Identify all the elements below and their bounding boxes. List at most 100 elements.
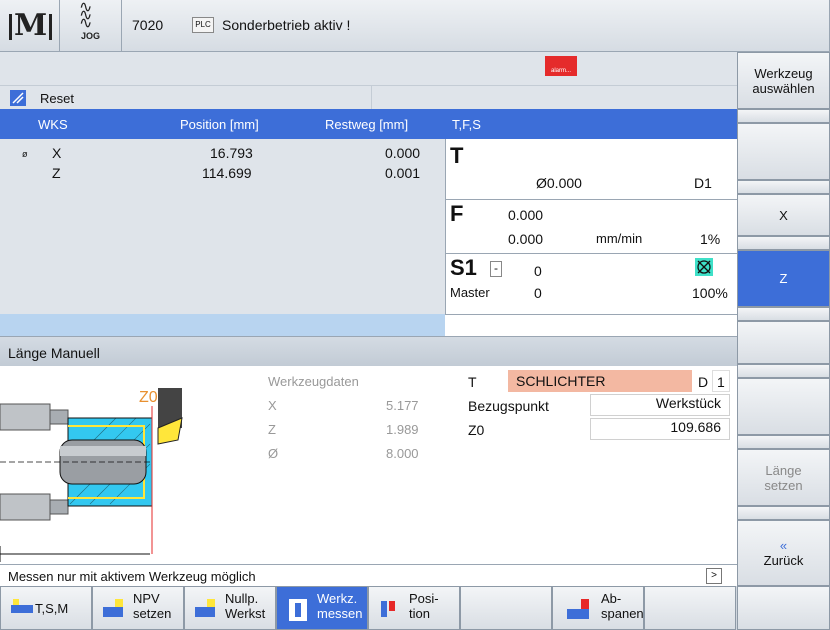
softkey-empty-7[interactable] <box>737 378 830 435</box>
softkey-zurueck[interactable]: « Zurück <box>737 520 830 586</box>
z0-marker-label: Z0 <box>139 389 158 406</box>
spindle-override: 100% <box>692 285 728 301</box>
softkey-position[interactable]: Posi-tion <box>368 586 460 630</box>
message-row: alarm... <box>0 52 737 85</box>
softkey-label: Länge <box>765 462 802 478</box>
header-restweg: Restweg [mm] <box>325 117 409 132</box>
tooldata-value: 1.989 <box>386 422 419 437</box>
position-table: ø X 16.793 0.000 Z 114.699 0.001 <box>0 139 445 314</box>
softkey-laenge-setzen[interactable]: Länge setzen <box>737 449 830 506</box>
tooldata-title: Werkzeugdaten <box>268 374 359 389</box>
axis-restweg: 0.000 <box>385 145 421 161</box>
softkey-x[interactable]: X <box>737 194 830 236</box>
tool-name-value: SCHLICHTER <box>516 373 606 389</box>
position-icon <box>377 597 403 626</box>
softkey-label: NPV setzen <box>133 591 172 621</box>
nullpunkt-icon <box>193 597 223 626</box>
axis-name: X <box>52 145 62 161</box>
softkey-abspanen[interactable]: Ab-spanen <box>552 586 644 630</box>
softkey-label: T,S,M <box>35 601 69 616</box>
softkey-empty-2[interactable] <box>737 123 830 180</box>
divider <box>371 86 372 110</box>
header-position: Position [mm] <box>180 117 259 132</box>
divider <box>446 253 738 254</box>
reset-icon <box>10 90 26 106</box>
channel-status-row: Reset <box>0 85 737 110</box>
axis-position: 114.699 <box>202 165 252 181</box>
feed-override: 1% <box>700 231 721 247</box>
axis-restweg: 0.001 <box>385 165 421 181</box>
tool-d-number: D1 <box>694 175 712 191</box>
divider <box>446 199 738 200</box>
softkey-empty-6[interactable] <box>737 321 830 364</box>
softkey-empty-9[interactable] <box>737 586 830 630</box>
channel-message: Sonderbetrieb aktiv ! <box>222 17 351 33</box>
info-message: Messen nur mit aktivem Werkzeug möglich <box>8 569 256 584</box>
tfs-panel: T Ø0.000 D1 F 0.000 0.000 mm/min 1% S1 -… <box>445 139 738 336</box>
mode-label: JOG <box>81 31 101 41</box>
softkey-label: setzen <box>764 477 803 493</box>
softkey-empty-6[interactable] <box>460 586 552 630</box>
spindle-dropdown[interactable]: - <box>490 261 502 277</box>
t-field-label: T <box>468 374 477 390</box>
d-number-field[interactable]: 1 <box>712 370 730 392</box>
softkey-spacer <box>737 180 830 194</box>
softkey-spacer <box>737 307 830 321</box>
t-label: T <box>450 143 464 168</box>
softkey-tsm[interactable]: T,S,M <box>0 586 92 630</box>
softkey-label: Ab-spanen <box>601 591 644 621</box>
tool-measure-graphic: Z0 <box>0 388 183 562</box>
top-status-bar: M ∿ ∿ ∿ JOG 7020 PLC Sonderbetrieb aktiv ! <box>0 0 830 52</box>
info-bar: Messen nur mit aktivem Werkzeug möglich … <box>0 564 737 586</box>
softkey-label: Werkzeug <box>754 65 813 81</box>
tooldata-label: Ø <box>268 446 279 461</box>
status-strip <box>0 314 445 336</box>
bezug-select[interactable]: Werkstück <box>590 394 730 416</box>
program-number: 7020 <box>132 17 164 33</box>
softkey-empty-8[interactable] <box>644 586 736 630</box>
header-tfs: T,F,S <box>452 117 481 132</box>
bezug-value: Werkstück <box>655 395 721 411</box>
program-cell: 7020 PLC Sonderbetrieb aktiv ! <box>122 0 830 52</box>
feed-unit: mm/min <box>596 231 643 246</box>
softkey-label: Zurück <box>763 553 804 568</box>
bezug-label: Bezugspunkt <box>468 398 549 414</box>
facing-icon <box>565 597 595 626</box>
softkey-label: X <box>779 207 788 223</box>
f-label: F <box>450 201 464 226</box>
feed-value-2: 0.000 <box>508 231 544 247</box>
info-expand-button[interactable]: > <box>706 568 722 584</box>
dialog-title: Länge Manuell <box>8 345 100 361</box>
softkey-spacer <box>737 364 830 378</box>
machine-logo: M <box>8 8 53 43</box>
spindle-label: S1 <box>450 255 477 280</box>
softkey-label: Nullp. Werkst <box>225 591 266 621</box>
tfs-bottom-row <box>445 314 737 336</box>
table-row: Z 114.699 0.001 <box>0 163 445 183</box>
table-row: ø X 16.793 0.000 <box>0 143 445 163</box>
diameter-icon: ø <box>22 149 28 159</box>
z0-field-label: Z0 <box>468 422 485 438</box>
softkey-npv-setzen[interactable]: NPV setzen <box>92 586 184 630</box>
softkey-label: Werkz. messen <box>317 591 363 621</box>
alarm-indicator[interactable]: alarm... <box>545 56 577 76</box>
header-wks: WKS <box>38 117 68 132</box>
softkey-werkz-messen[interactable]: Werkz. messen <box>276 586 368 630</box>
z0-input[interactable]: 109.686 <box>590 418 730 440</box>
softkey-z[interactable]: Z <box>737 250 830 307</box>
plc-badge: PLC <box>192 17 214 33</box>
tool-measure-icon <box>285 597 311 626</box>
tooldata-value: 5.177 <box>386 398 419 413</box>
softkey-werkzeug-auswaehlen[interactable]: Werkzeug auswählen <box>737 52 830 109</box>
tool-diameter: Ø0.000 <box>536 175 582 191</box>
back-icon: « <box>779 538 788 553</box>
softkey-spacer <box>737 435 830 449</box>
machine-logo-cell: M <box>0 0 60 52</box>
alarm-label: alarm... <box>550 68 571 74</box>
z0-value: 109.686 <box>670 419 721 435</box>
spindle-stop-icon <box>694 257 714 280</box>
softkey-nullp-werkst[interactable]: Nullp. Werkst <box>184 586 276 630</box>
axis-position: 16.793 <box>210 145 253 161</box>
jog-wave-icon: ∿ ∿ ∿ <box>79 0 92 32</box>
tool-name-field[interactable]: SCHLICHTER <box>508 370 692 392</box>
